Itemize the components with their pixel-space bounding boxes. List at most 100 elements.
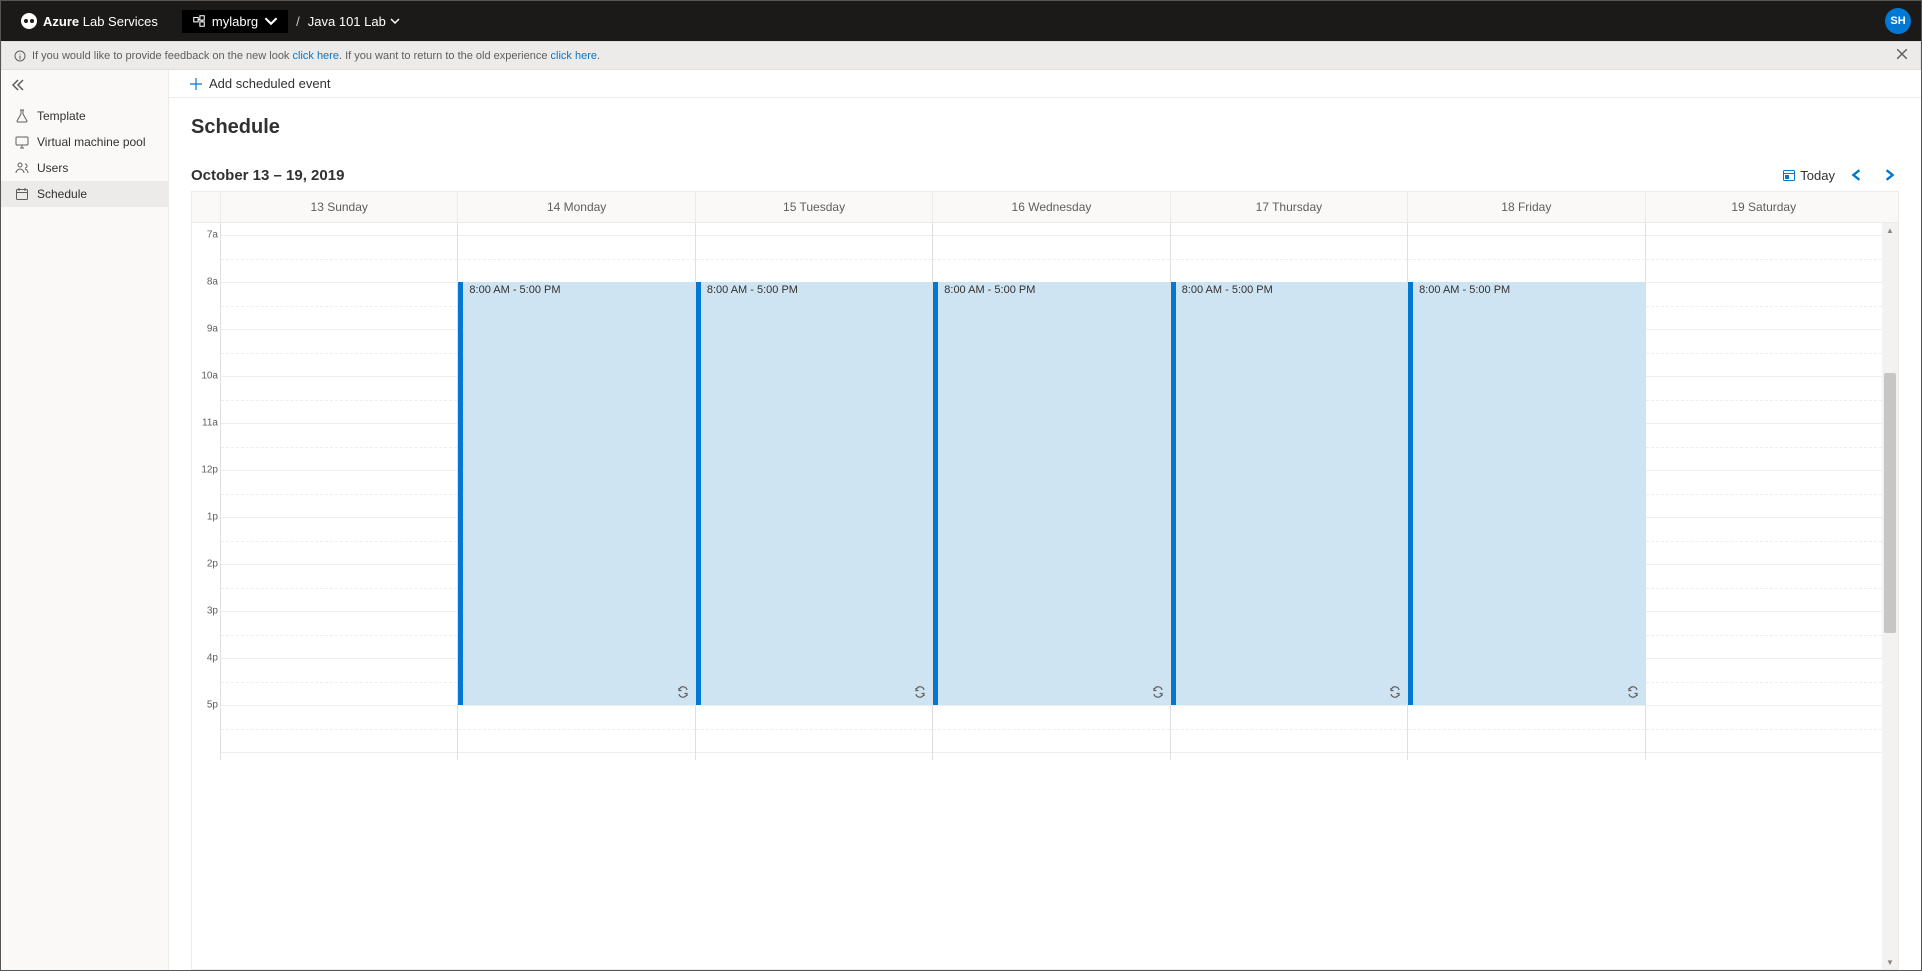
date-range-label: October 13 – 19, 2019: [191, 167, 344, 184]
info-icon: [14, 50, 26, 62]
scroll-up-arrow[interactable]: ▲: [1882, 223, 1898, 237]
event-time-label: 8:00 AM - 5:00 PM: [944, 284, 1035, 296]
day-grid: 8:00 AM - 5:00 PM 8:00 AM - 5:00 PM 8:00 A…: [220, 223, 1882, 760]
hour-label: 11a: [202, 418, 218, 429]
recurring-icon: [677, 686, 689, 701]
calendar-header-row: 13 Sunday14 Monday15 Tuesday16 Wednesday…: [192, 192, 1898, 223]
close-icon[interactable]: [1896, 48, 1908, 63]
hour-label: 4p: [207, 653, 218, 664]
breadcrumb-lab[interactable]: Java 101 Lab: [308, 14, 400, 29]
day-column[interactable]: 8:00 AM - 5:00 PM: [1170, 223, 1407, 760]
sidebar-item-label: Template: [37, 109, 86, 123]
page-title: Schedule: [191, 116, 1899, 139]
hour-label: 8a: [207, 277, 218, 288]
command-bar: Add scheduled event: [169, 70, 1921, 98]
today-label: Today: [1800, 168, 1835, 183]
hour-label: 10a: [201, 371, 218, 382]
sidebar-item-template[interactable]: Template: [1, 103, 168, 129]
day-column[interactable]: [1645, 223, 1882, 760]
global-header: Azure Lab Services mylabrg / Java 101 La…: [1, 1, 1921, 41]
day-header: 19 Saturday: [1645, 192, 1882, 222]
time-gutter: 7a 8a 9a 10a 11a 12p 1p 2p 3p 4p 5p: [192, 223, 220, 760]
event-time-label: 8:00 AM - 5:00 PM: [469, 284, 560, 296]
chevron-down-icon: [390, 16, 400, 26]
chevron-double-left-icon: [11, 78, 25, 92]
time-gutter-header: [192, 192, 220, 222]
content-area: Schedule October 13 – 19, 2019 Today: [169, 98, 1921, 970]
breadcrumb-rg-label: mylabrg: [212, 14, 258, 29]
sidebar-item-label: Users: [37, 161, 68, 175]
banner-text: If you would like to provide feedback on…: [32, 50, 600, 62]
day-column[interactable]: 8:00 AM - 5:00 PM: [1407, 223, 1644, 760]
day-header: 15 Tuesday: [695, 192, 932, 222]
collapse-nav-button[interactable]: [1, 70, 168, 103]
sidebar-item-label: Virtual machine pool: [37, 135, 146, 149]
brand-text: Azure Lab Services: [43, 14, 158, 29]
feedback-banner: If you would like to provide feedback on…: [1, 41, 1921, 70]
sidebar-item-schedule[interactable]: Schedule: [1, 181, 168, 207]
main-panel: Add scheduled event Schedule October 13 …: [169, 70, 1921, 970]
hour-label: 7a: [207, 230, 218, 241]
day-header: 16 Wednesday: [932, 192, 1169, 222]
calendar-icon: [15, 187, 29, 201]
breadcrumb-separator: /: [296, 14, 300, 29]
vertical-scrollbar[interactable]: ▲ ▼: [1882, 223, 1898, 969]
sidebar-item-users[interactable]: Users: [1, 155, 168, 181]
hour-label: 2p: [207, 559, 218, 570]
flask-icon: [15, 109, 29, 123]
hour-label: 9a: [207, 324, 218, 335]
users-icon: [15, 161, 29, 175]
calendar-grid: 13 Sunday14 Monday15 Tuesday16 Wednesday…: [191, 191, 1899, 970]
today-button[interactable]: Today: [1782, 168, 1835, 183]
add-scheduled-event-button[interactable]: Add scheduled event: [209, 76, 330, 91]
calendar-today-icon: [1782, 168, 1796, 182]
day-column[interactable]: 8:00 AM - 5:00 PM: [932, 223, 1169, 760]
sidebar-item-vm-pool[interactable]: Virtual machine pool: [1, 129, 168, 155]
prev-week-button[interactable]: [1847, 165, 1867, 185]
calendar-body: 7a 8a 9a 10a 11a 12p 1p 2p 3p 4p 5p 8:00 AM - 5:00…: [192, 223, 1898, 969]
recurring-icon: [1389, 686, 1401, 701]
feedback-link[interactable]: click here: [293, 50, 339, 62]
old-experience-link[interactable]: click here: [551, 50, 597, 62]
day-column[interactable]: [220, 223, 457, 760]
scheduled-event[interactable]: 8:00 AM - 5:00 PM: [1171, 282, 1407, 705]
scheduled-event[interactable]: 8:00 AM - 5:00 PM: [933, 282, 1169, 705]
day-header: 17 Thursday: [1170, 192, 1407, 222]
next-week-button[interactable]: [1879, 165, 1899, 185]
chevron-left-icon: [1851, 169, 1863, 181]
hour-label: 1p: [207, 512, 218, 523]
add-icon: [189, 77, 203, 91]
recurring-icon: [914, 686, 926, 701]
date-range-row: October 13 – 19, 2019 Today: [191, 165, 1899, 185]
breadcrumb-resource-group[interactable]: mylabrg: [182, 10, 288, 33]
hour-label: 12p: [201, 465, 218, 476]
date-range-controls: Today: [1782, 165, 1899, 185]
banner-content: If you would like to provide feedback on…: [14, 50, 600, 62]
monitor-icon: [15, 135, 29, 149]
avatar-initials: SH: [1890, 15, 1905, 27]
resource-group-icon: [192, 14, 206, 28]
header-left: Azure Lab Services mylabrg / Java 101 La…: [11, 10, 400, 33]
avatar[interactable]: SH: [1885, 8, 1911, 34]
day-header: 13 Sunday: [220, 192, 457, 222]
day-header: 18 Friday: [1407, 192, 1644, 222]
day-header: 14 Monday: [457, 192, 694, 222]
scrollbar-thumb[interactable]: [1884, 373, 1896, 633]
chevron-down-icon: [264, 14, 278, 28]
left-nav: Template Virtual machine pool Users Sche…: [1, 70, 169, 970]
chevron-right-icon: [1883, 169, 1895, 181]
breadcrumb-lab-label: Java 101 Lab: [308, 14, 386, 29]
event-time-label: 8:00 AM - 5:00 PM: [707, 284, 798, 296]
recurring-icon: [1627, 686, 1639, 701]
scheduled-event[interactable]: 8:00 AM - 5:00 PM: [696, 282, 932, 705]
day-column[interactable]: 8:00 AM - 5:00 PM: [695, 223, 932, 760]
day-column[interactable]: 8:00 AM - 5:00 PM: [457, 223, 694, 760]
scroll-down-arrow[interactable]: ▼: [1882, 955, 1898, 969]
scheduled-event[interactable]: 8:00 AM - 5:00 PM: [1408, 282, 1644, 705]
product-logo[interactable]: Azure Lab Services: [11, 13, 168, 29]
hour-label: 3p: [207, 606, 218, 617]
azure-icon: [21, 13, 37, 29]
hour-label: 5p: [207, 700, 218, 711]
scheduled-event[interactable]: 8:00 AM - 5:00 PM: [458, 282, 694, 705]
event-time-label: 8:00 AM - 5:00 PM: [1182, 284, 1273, 296]
